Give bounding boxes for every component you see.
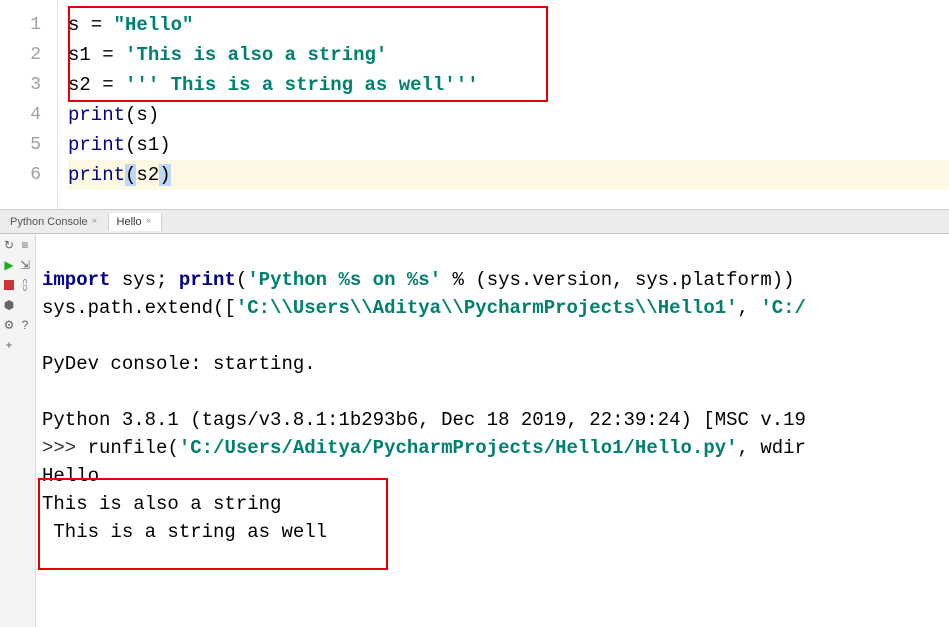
line-gutter: 1 2 3 4 5 6 [0,0,58,209]
string: This is also a string [136,44,375,66]
add-icon[interactable]: + [2,338,16,352]
prompt: >>> [42,437,88,459]
quote: " [114,14,125,36]
console-panel: ↻ ≡ ▶ ⇲ ⩉ ⬢ ⚙ ? + import sys; print('Pyt… [0,234,949,627]
output-line: Hello [42,465,99,487]
string: 'Python %s on %s' [247,269,441,291]
var: s1 [68,44,91,66]
console-tabs: Python Console × Hello × [0,210,949,234]
code-line-4[interactable]: print(s) [68,100,949,130]
string: Hello [125,14,182,36]
line-number: 5 [0,130,41,160]
tab-hello[interactable]: Hello × [109,213,163,231]
text: , [738,297,761,319]
kw: import [42,269,110,291]
debug-icon[interactable]: ⬢ [2,298,16,312]
paren: ) [159,164,170,186]
line-number: 3 [0,70,41,100]
paren: ( [125,104,136,126]
fn: print [68,104,125,126]
text: PyDev console: starting. [42,353,316,375]
op: = [79,14,113,36]
paren: ( [167,437,178,459]
arg: s1 [136,134,159,156]
quote: ''' [125,74,159,96]
paren: ( [125,134,136,156]
quote: ' [125,44,136,66]
tab-label: Python Console [10,216,88,228]
fn: print [68,134,125,156]
string: This is a string as well [159,74,444,96]
close-icon[interactable]: × [146,216,152,227]
tab-label: Hello [117,216,142,228]
var: s2 [68,74,91,96]
console-output[interactable]: import sys; print('Python %s on %s' % (s… [36,234,949,627]
string: 'C:\\Users\\Aditya\\PycharmProjects\\Hel… [236,297,738,319]
scroll-icon[interactable]: ⇲ [18,258,32,272]
code-area[interactable]: s = "Hello" s1 = 'This is also a string'… [58,0,949,209]
fn: print [179,269,236,291]
string: 'C:/Users/Aditya/PycharmProjects/Hello1/… [179,437,738,459]
string: 'C:/ [760,297,806,319]
console-toolbar: ↻ ≡ ▶ ⇲ ⩉ ⬢ ⚙ ? + [0,234,36,627]
text: sys.path.extend([ [42,297,236,319]
fn: print [68,164,125,186]
line-number: 6 [0,160,41,190]
output-line: This is a string as well [42,521,327,543]
line-number: 1 [0,10,41,40]
link-icon[interactable]: ⩉ [18,278,32,292]
line-number: 2 [0,40,41,70]
quote: ''' [444,74,478,96]
text: , wdir [738,437,806,459]
code-editor[interactable]: 1 2 3 4 5 6 s = "Hello" s1 = 'This is al… [0,0,949,210]
tab-python-console[interactable]: Python Console × [2,213,109,231]
rerun-icon[interactable]: ↻ [2,238,16,252]
soft-wrap-icon[interactable]: ≡ [18,238,32,252]
fn: runfile [88,437,168,459]
quote: ' [376,44,387,66]
stop-icon[interactable] [2,278,16,292]
op: = [91,44,125,66]
text: Python 3.8.1 (tags/v3.8.1:1b293b6, Dec 1… [42,409,806,431]
code-line-2[interactable]: s1 = 'This is also a string' [68,40,949,70]
code-line-1[interactable]: s = "Hello" [68,10,949,40]
paren: ) [159,134,170,156]
paren: ( [125,164,136,186]
code-line-5[interactable]: print(s1) [68,130,949,160]
close-icon[interactable]: × [92,216,98,227]
quote: " [182,14,193,36]
code-line-3[interactable]: s2 = ''' This is a string as well''' [68,70,949,100]
paren: ) [148,104,159,126]
line-number: 4 [0,100,41,130]
var: s [68,14,79,36]
op: = [91,74,125,96]
text: sys; [110,269,178,291]
arg: s2 [136,164,159,186]
code-line-6[interactable]: print(s2) [68,160,949,190]
arg: s [136,104,147,126]
text: % (sys.version, sys.platform)) [441,269,794,291]
settings-icon[interactable]: ⚙ [2,318,16,332]
output-line: This is also a string [42,493,281,515]
help-icon[interactable]: ? [18,318,32,332]
run-icon[interactable]: ▶ [2,258,16,272]
paren: ( [236,269,247,291]
